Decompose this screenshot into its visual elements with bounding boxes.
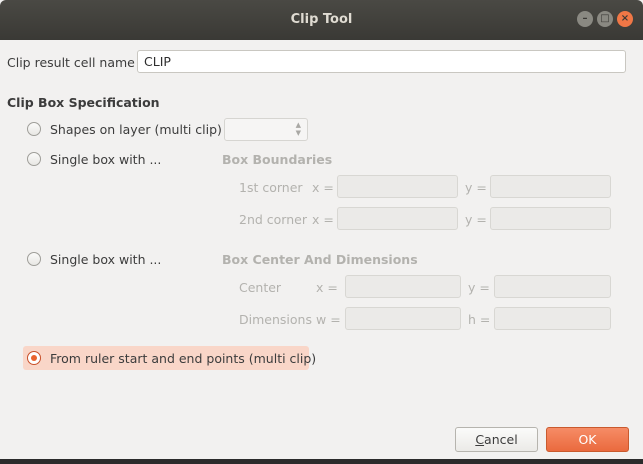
first-corner-x-label: x = bbox=[312, 180, 334, 195]
center-x-input[interactable] bbox=[345, 275, 461, 298]
cell-name-label: Clip result cell name bbox=[7, 55, 135, 70]
dimensions-w-label: w = bbox=[316, 312, 341, 327]
ok-button[interactable]: OK bbox=[546, 427, 629, 452]
first-corner-label: 1st corner bbox=[239, 180, 303, 195]
single-box-boundaries-radio[interactable] bbox=[27, 152, 41, 166]
second-corner-y-label: y = bbox=[465, 212, 487, 227]
first-corner-x-input[interactable] bbox=[337, 175, 458, 198]
second-corner-x-label: x = bbox=[312, 212, 334, 227]
center-x-label: x = bbox=[316, 280, 338, 295]
clip-box-spec-heading: Clip Box Specification bbox=[7, 95, 160, 110]
second-corner-y-input[interactable] bbox=[490, 207, 611, 230]
title-bar[interactable]: Clip Tool – □ × bbox=[0, 0, 643, 40]
cell-name-input[interactable]: CLIP bbox=[137, 50, 626, 73]
center-y-input[interactable] bbox=[494, 275, 611, 298]
close-icon[interactable]: × bbox=[617, 11, 633, 27]
second-corner-x-input[interactable] bbox=[337, 207, 458, 230]
background-window-strip bbox=[0, 459, 643, 464]
box-boundaries-heading: Box Boundaries bbox=[222, 152, 333, 167]
spinner-arrows-icon: ▲ ▼ bbox=[295, 121, 301, 137]
minimize-icon[interactable]: – bbox=[577, 11, 593, 27]
layer-select-spinner[interactable]: ▲ ▼ bbox=[224, 118, 308, 141]
first-corner-y-input[interactable] bbox=[490, 175, 611, 198]
dimensions-label: Dimensions bbox=[239, 312, 312, 327]
cancel-mnemonic: C bbox=[475, 432, 485, 447]
single-box-center-label[interactable]: Single box with ... bbox=[50, 252, 161, 267]
center-label: Center bbox=[239, 280, 282, 295]
maximize-icon[interactable]: □ bbox=[597, 11, 613, 27]
box-center-heading: Box Center And Dimensions bbox=[222, 252, 418, 267]
dimensions-h-input[interactable] bbox=[494, 307, 611, 330]
ruler-points-label[interactable]: From ruler start and end points (multi c… bbox=[50, 351, 316, 366]
shapes-on-layer-radio[interactable] bbox=[27, 122, 41, 136]
window-title: Clip Tool bbox=[290, 12, 353, 27]
center-y-label: y = bbox=[468, 280, 490, 295]
dimensions-w-input[interactable] bbox=[345, 307, 461, 330]
cancel-label: ancel bbox=[484, 432, 518, 447]
dimensions-h-label: h = bbox=[468, 312, 491, 327]
ok-label: OK bbox=[578, 432, 597, 447]
single-box-center-radio[interactable] bbox=[27, 252, 41, 266]
second-corner-label: 2nd corner bbox=[239, 212, 307, 227]
ruler-points-radio[interactable] bbox=[27, 351, 41, 365]
clip-tool-dialog: Clip Tool – □ × Clip result cell name CL… bbox=[0, 0, 643, 464]
single-box-boundaries-label[interactable]: Single box with ... bbox=[50, 152, 161, 167]
cancel-button[interactable]: Cancel bbox=[455, 427, 538, 452]
first-corner-y-label: y = bbox=[465, 180, 487, 195]
shapes-on-layer-label[interactable]: Shapes on layer (multi clip) bbox=[50, 122, 222, 137]
